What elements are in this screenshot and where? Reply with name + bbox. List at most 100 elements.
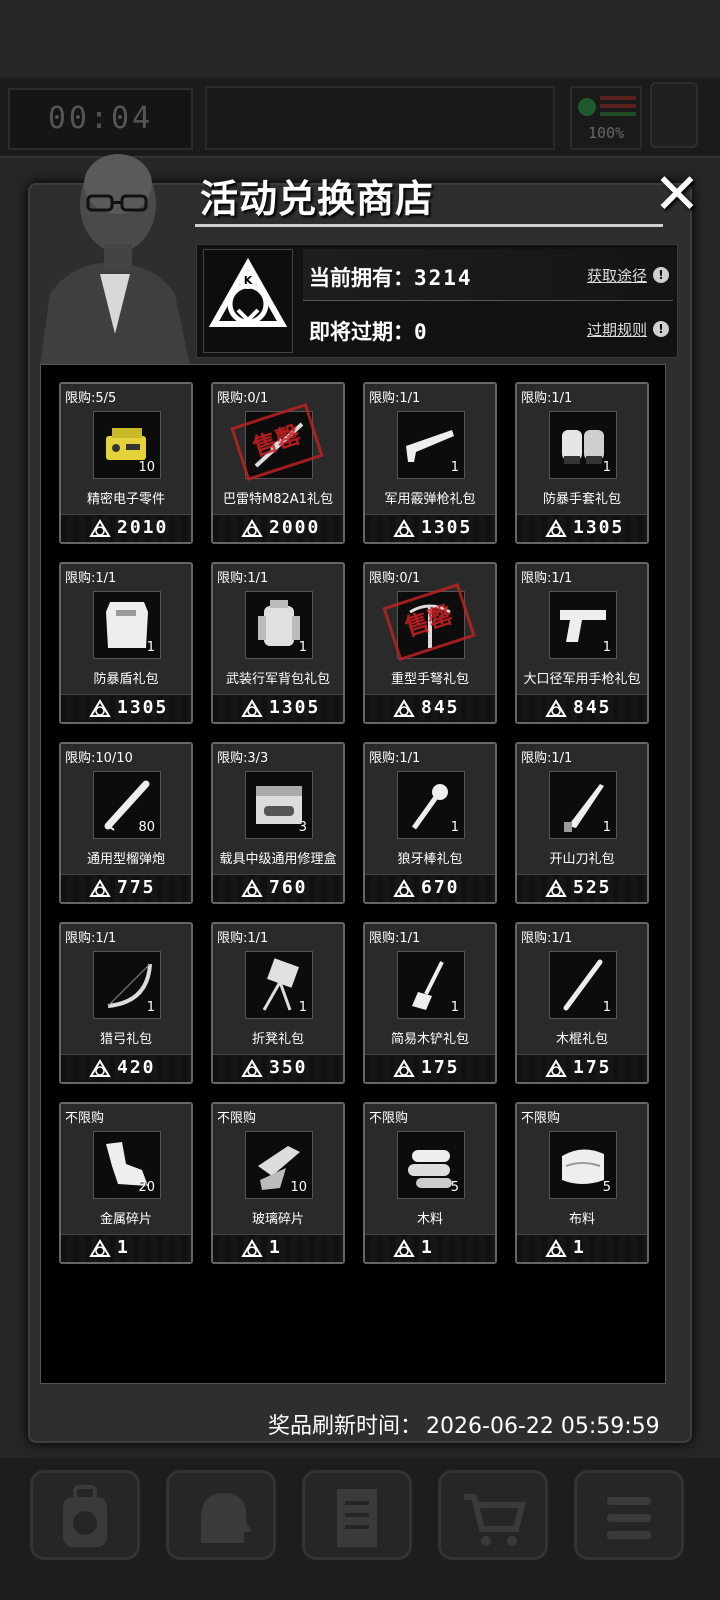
item-name: 金属碎片 xyxy=(99,1212,152,1227)
price-bar: 2000 xyxy=(213,514,343,542)
price-bar: 1 xyxy=(517,1234,647,1262)
battery-indicator: 100% xyxy=(570,86,642,150)
owned-row: 当前拥有：3214 获取途径 ! xyxy=(303,249,673,301)
shop-item-card[interactable]: 不限购 10 玻璃碎片 1 xyxy=(211,1102,345,1264)
menu-list-icon xyxy=(607,1497,651,1539)
info-icon[interactable]: ! xyxy=(653,321,669,337)
purchase-limit: 限购:5/5 xyxy=(65,391,117,406)
item-quantity: 10 xyxy=(290,1180,307,1195)
item-name: 重型手弩礼包 xyxy=(390,672,469,687)
event-token-icon xyxy=(393,698,415,720)
item-name: 狼牙棒礼包 xyxy=(397,852,463,867)
obtain-link[interactable]: 获取途径 xyxy=(587,265,647,286)
shop-item-card[interactable]: 限购:1/1 1 军用霰弹枪礼包 1305 xyxy=(363,382,497,544)
price-bar: 420 xyxy=(61,1054,191,1082)
shop-item-card[interactable]: 限购:1/1 1 狼牙棒礼包 670 xyxy=(363,742,497,904)
shop-item-card[interactable]: 限购:1/1 1 木棍礼包 175 xyxy=(515,922,649,1084)
shop-item-card[interactable]: 限购:0/1 重型手弩礼包 845 售罄 xyxy=(363,562,497,724)
event-token-icon xyxy=(393,1238,415,1260)
price-bar: 525 xyxy=(517,874,647,902)
price-bar: 1305 xyxy=(517,514,647,542)
item-quantity: 1 xyxy=(450,460,459,475)
purchase-limit: 限购:1/1 xyxy=(369,751,421,766)
item-price: 350 xyxy=(269,1057,308,1078)
purchase-limit: 限购:1/1 xyxy=(217,571,269,586)
shop-item-card[interactable]: 限购:1/1 1 开山刀礼包 525 xyxy=(515,742,649,904)
item-name: 大口径军用手枪礼包 xyxy=(523,672,641,687)
item-quantity: 1 xyxy=(146,1000,155,1015)
shop-item-card[interactable]: 不限购 20 金属碎片 1 xyxy=(59,1102,193,1264)
price-bar: 670 xyxy=(365,874,495,902)
event-token-icon xyxy=(393,1058,415,1080)
item-price: 420 xyxy=(117,1057,156,1078)
shop-item-card[interactable]: 限购:1/1 1 防暴手套礼包 1305 xyxy=(515,382,649,544)
item-price: 1 xyxy=(269,1237,282,1258)
price-bar: 1305 xyxy=(365,514,495,542)
price-bar: 775 xyxy=(61,874,191,902)
nav-menu-button[interactable] xyxy=(574,1470,684,1560)
item-quantity: 1 xyxy=(298,640,307,655)
nav-shop-button[interactable] xyxy=(438,1470,548,1560)
item-price: 2000 xyxy=(269,517,321,538)
item-name: 开山刀礼包 xyxy=(549,852,615,867)
purchase-limit: 限购:1/1 xyxy=(521,391,573,406)
refresh-value: 2026-06-22 05:59:59 xyxy=(426,1414,660,1439)
item-quantity: 3 xyxy=(298,820,307,835)
shop-item-card[interactable]: 限购:1/1 1 简易木铲礼包 175 xyxy=(363,922,497,1084)
item-quantity: 1 xyxy=(450,1000,459,1015)
close-button[interactable]: ✕ xyxy=(652,167,702,223)
item-name: 简易木铲礼包 xyxy=(390,1032,469,1047)
shop-item-card[interactable]: 限购:5/5 10 精密电子零件 2010 xyxy=(59,382,193,544)
price-bar: 1 xyxy=(61,1234,191,1262)
purchase-limit: 限购:1/1 xyxy=(65,931,117,946)
item-price: 2010 xyxy=(117,517,169,538)
countdown-timer: 00:04 xyxy=(8,88,193,150)
item-quantity: 1 xyxy=(602,820,611,835)
purchase-limit: 限购:1/1 xyxy=(521,571,573,586)
item-grid: 限购:5/5 10 精密电子零件 2010 限购:0/1 巴雷特M82A1礼包 2000 售罄… xyxy=(40,364,666,1384)
purchase-limit: 限购:1/1 xyxy=(521,931,573,946)
item-name: 精密电子零件 xyxy=(86,492,165,507)
purchase-limit: 不限购 xyxy=(521,1111,561,1126)
expiring-label: 即将过期： xyxy=(309,320,414,344)
purchase-limit: 限购:1/1 xyxy=(369,931,421,946)
shop-item-card[interactable]: 限购:1/1 1 武装行军背包礼包 1305 xyxy=(211,562,345,724)
purchase-limit: 不限购 xyxy=(369,1111,409,1126)
shop-item-card[interactable]: 限购:1/1 1 猎弓礼包 420 xyxy=(59,922,193,1084)
nav-backpack-button[interactable] xyxy=(30,1470,140,1560)
shop-item-card[interactable]: 限购:1/1 1 折凳礼包 350 xyxy=(211,922,345,1084)
item-price: 1 xyxy=(573,1237,586,1258)
event-token-icon xyxy=(545,878,567,900)
shop-item-card[interactable]: 限购:1/1 1 防暴盾礼包 1305 xyxy=(59,562,193,724)
item-quantity: 5 xyxy=(602,1180,611,1195)
expire-rules-link[interactable]: 过期规则 xyxy=(587,319,647,340)
item-price: 1305 xyxy=(573,517,625,538)
price-bar: 760 xyxy=(213,874,343,902)
item-price: 775 xyxy=(117,877,156,898)
merchant-avatar-icon xyxy=(40,154,190,366)
shop-item-card[interactable]: 不限购 5 木料 1 xyxy=(363,1102,497,1264)
price-bar: 845 xyxy=(365,694,495,722)
nav-skills-button[interactable] xyxy=(166,1470,276,1560)
nav-tasks-button[interactable] xyxy=(302,1470,412,1560)
event-token-icon xyxy=(545,698,567,720)
event-token-icon xyxy=(545,518,567,540)
shop-item-card[interactable]: 限购:1/1 1 大口径军用手枪礼包 845 xyxy=(515,562,649,724)
shop-item-card[interactable]: 限购:3/3 3 载具中级通用修理盒 760 xyxy=(211,742,345,904)
hud-side-button[interactable] xyxy=(650,82,698,148)
purchase-limit: 限购:0/1 xyxy=(217,391,269,406)
event-token-icon xyxy=(545,1238,567,1260)
item-price: 175 xyxy=(421,1057,460,1078)
item-quantity: 1 xyxy=(602,1000,611,1015)
item-name: 军用霰弹枪礼包 xyxy=(384,492,476,507)
shop-item-card[interactable]: 限购:10/10 80 通用型榴弹炮 775 xyxy=(59,742,193,904)
item-quantity: 5 xyxy=(450,1180,459,1195)
currency-panel: K 当前拥有：3214 获取途径 ! 即将过期：0 过期规则 ! xyxy=(196,244,678,358)
purchase-limit: 不限购 xyxy=(65,1111,105,1126)
info-icon[interactable]: ! xyxy=(653,267,669,283)
shop-item-card[interactable]: 不限购 5 布料 1 xyxy=(515,1102,649,1264)
item-quantity: 1 xyxy=(298,1000,307,1015)
event-token-icon xyxy=(241,698,263,720)
shop-item-card[interactable]: 限购:0/1 巴雷特M82A1礼包 2000 售罄 xyxy=(211,382,345,544)
price-bar: 175 xyxy=(517,1054,647,1082)
